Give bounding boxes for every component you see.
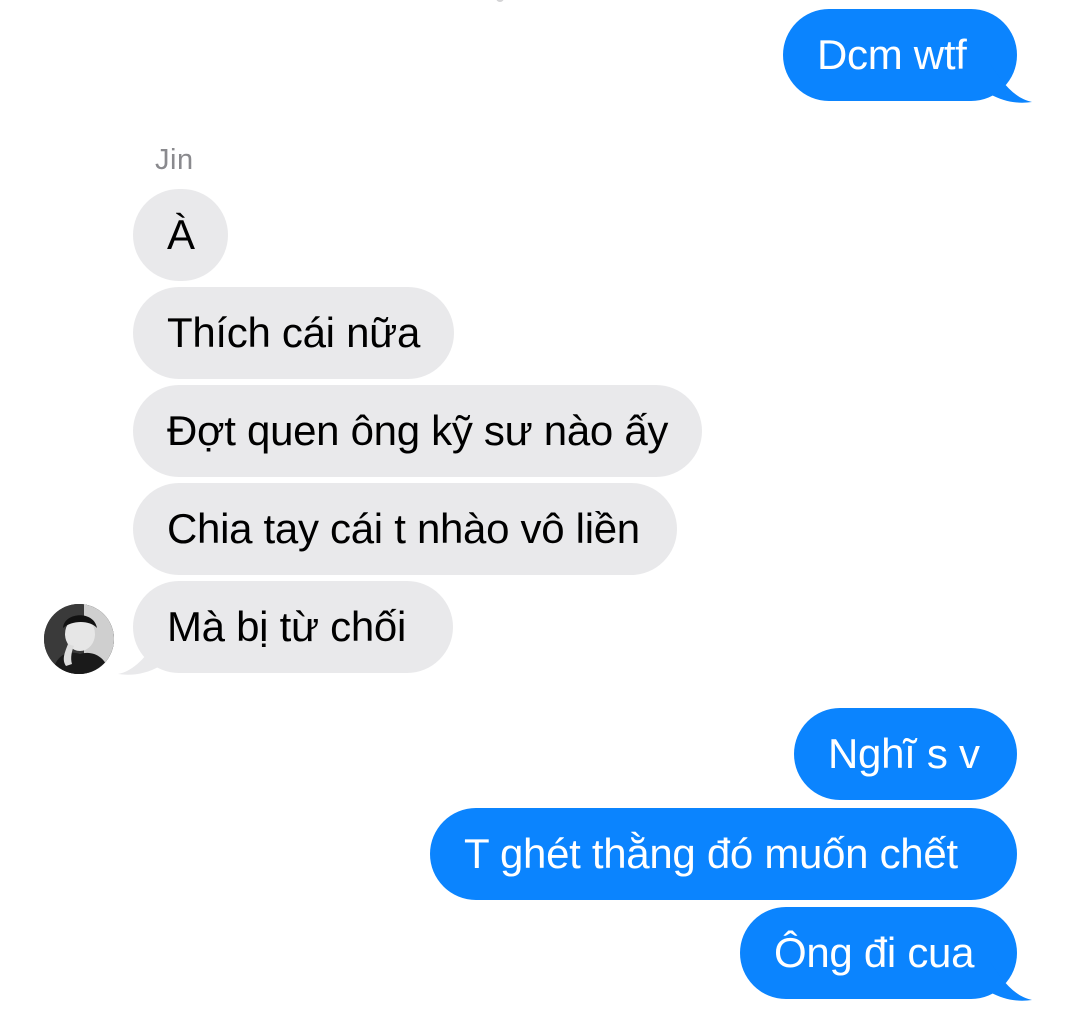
sender-name: Jin [155,144,194,176]
contact-avatar[interactable] [44,604,114,674]
message-bubble-outgoing[interactable]: Nghĩ s v [794,708,1017,800]
message-bubble-incoming[interactable]: Thích cái nữa [133,287,454,379]
message-bubble-incoming[interactable]: Chia tay cái t nhào vô liền [133,483,677,575]
message-bubble-incoming[interactable]: Đợt quen ông kỹ sư nào ấy [133,385,702,477]
message-bubble-incoming[interactable]: À [133,189,228,281]
bubble-tail-outgoing [990,64,1032,103]
avatar-photo-icon [44,604,114,674]
top-scroll-mark [496,0,504,2]
bubble-tail-outgoing [990,962,1032,1001]
message-bubble-incoming[interactable]: Mà bị từ chối [133,581,453,673]
message-bubble-outgoing[interactable]: Ông đi cua [740,907,1017,999]
message-bubble-outgoing[interactable]: Dcm wtf [783,9,1017,101]
bubble-tail-incoming [118,636,160,675]
message-bubble-outgoing[interactable]: T ghét thằng đó muốn chết [430,808,1017,900]
